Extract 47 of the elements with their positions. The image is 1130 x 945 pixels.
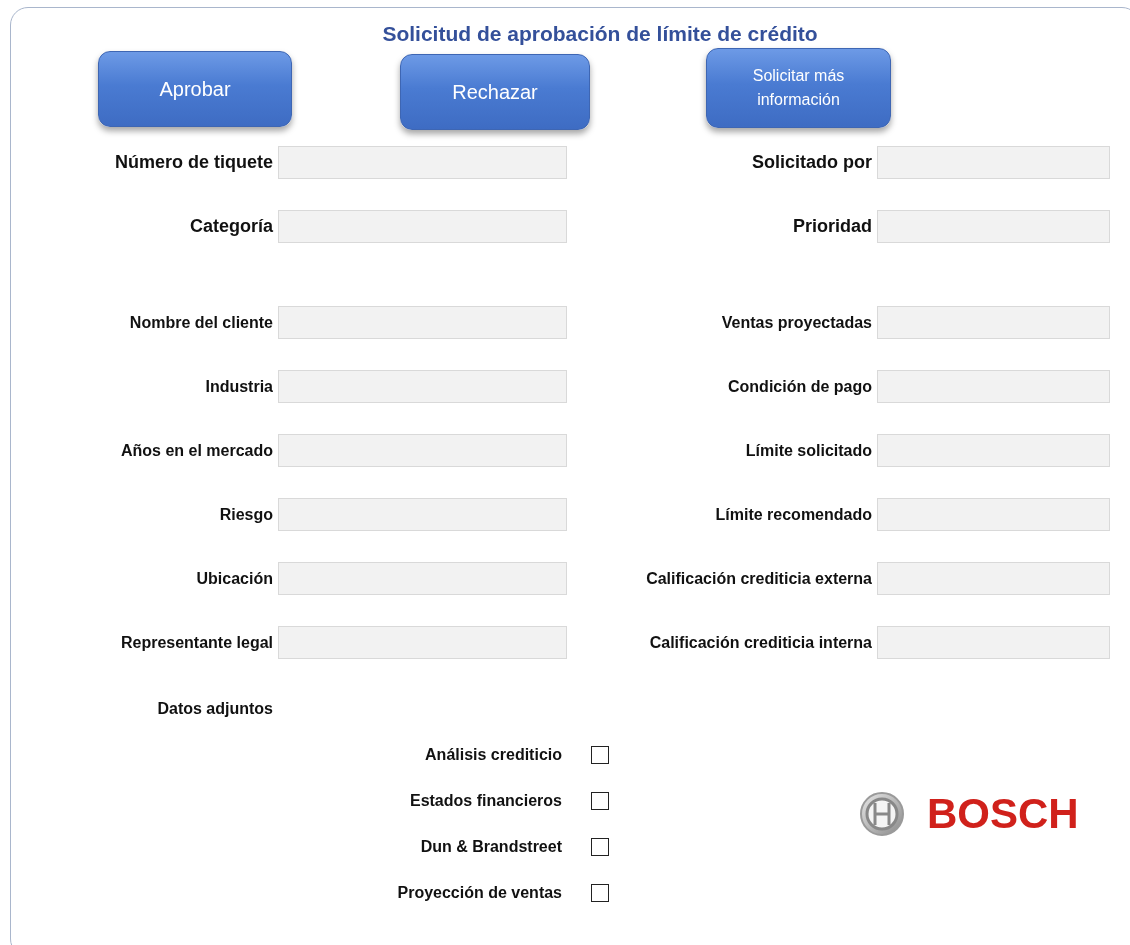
field-label: Calificación crediticia interna	[648, 632, 872, 653]
input-field[interactable]	[877, 146, 1110, 179]
field-label: Límite solicitado	[744, 440, 872, 461]
input-field[interactable]	[877, 498, 1110, 531]
action-button[interactable]: Aprobar	[98, 51, 292, 127]
checkbox[interactable]	[591, 884, 609, 902]
input-field[interactable]	[278, 370, 567, 403]
input-field[interactable]	[877, 370, 1110, 403]
input-field[interactable]	[877, 306, 1110, 339]
field-label: Condición de pago	[727, 376, 872, 397]
input-field[interactable]	[278, 434, 567, 467]
input-field[interactable]	[278, 498, 567, 531]
input-field[interactable]	[877, 210, 1110, 243]
checkbox[interactable]	[591, 792, 609, 810]
input-field[interactable]	[877, 562, 1110, 595]
checkbox-label: Proyección de ventas	[397, 883, 562, 903]
field-label: Solicitado por	[751, 151, 872, 174]
input-field[interactable]	[877, 434, 1110, 467]
field-label: Industria	[204, 376, 273, 397]
field-label: Riesgo	[218, 504, 273, 525]
input-field[interactable]	[278, 210, 567, 243]
input-field[interactable]	[278, 306, 567, 339]
checkbox[interactable]	[591, 838, 609, 856]
input-field[interactable]	[278, 626, 567, 659]
logo-emblem-icon	[859, 791, 905, 837]
section-label: Datos adjuntos	[156, 699, 273, 719]
checkbox[interactable]	[591, 746, 609, 764]
input-field[interactable]	[877, 626, 1110, 659]
form-title: Solicitud de aprobación de límite de crédito	[382, 22, 818, 46]
field-label: Años en el mercado	[119, 440, 273, 461]
checkbox-label: Análisis crediticio	[425, 745, 562, 765]
checkbox-label: Estados financieros	[409, 791, 562, 811]
field-label: Prioridad	[792, 215, 872, 238]
action-button[interactable]: Rechazar	[400, 54, 590, 130]
field-label: Número de tiquete	[113, 151, 273, 174]
field-label: Representante legal	[119, 632, 273, 653]
input-field[interactable]	[278, 146, 567, 179]
checkbox-label: Dun & Brandstreet	[420, 837, 562, 857]
field-label: Límite recomendado	[714, 504, 872, 525]
input-field[interactable]	[278, 562, 567, 595]
field-label: Categoría	[188, 215, 273, 238]
field-label: Nombre del cliente	[128, 312, 273, 333]
field-label: Ubicación	[195, 568, 273, 589]
action-button[interactable]: Solicitar más información	[706, 48, 891, 128]
field-label: Calificación crediticia externa	[645, 568, 872, 589]
brand-logo: BOSCH	[927, 793, 1079, 835]
field-label: Ventas proyectadas	[720, 312, 872, 333]
